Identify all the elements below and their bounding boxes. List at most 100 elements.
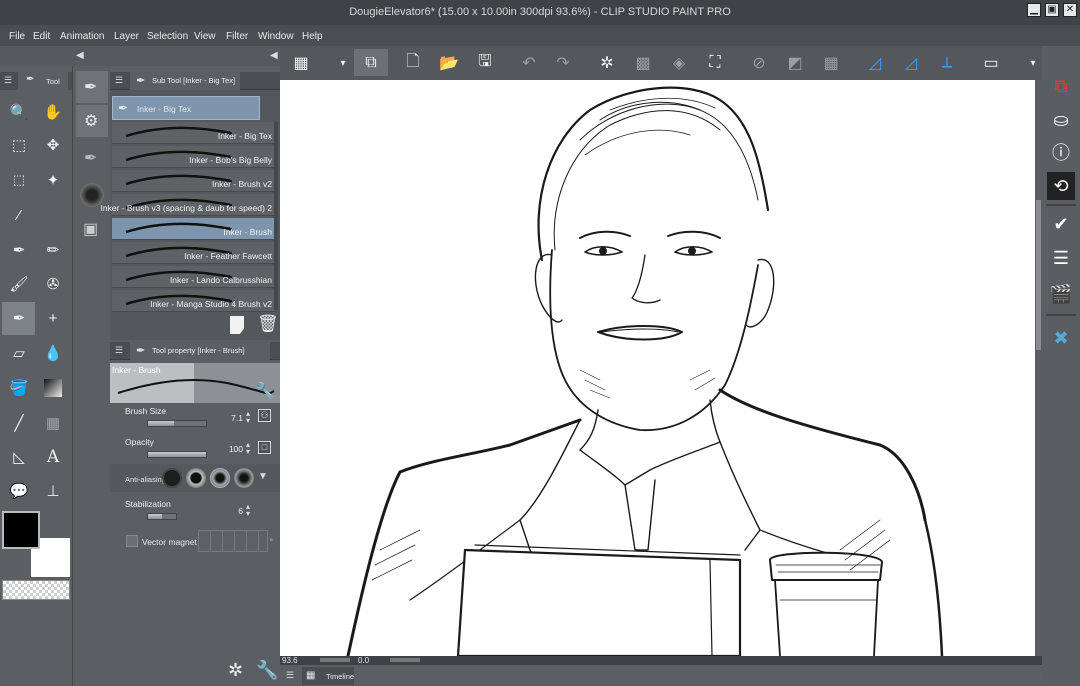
vector-magnet-arrow-icon[interactable]: ▸ (270, 535, 274, 544)
fill-selection-icon[interactable]: ◈ (668, 53, 690, 73)
figure-icon[interactable]: ╱ (8, 412, 30, 434)
move-layer-icon[interactable]: ✥ (42, 134, 64, 156)
brush-size-pressure-icon[interactable]: ⚇ (258, 409, 271, 422)
collapse-left-arrow-icon[interactable]: ◀ (76, 50, 84, 61)
panel-menu-icon[interactable]: ☰ (286, 670, 294, 681)
menu-selection[interactable]: Selection (147, 31, 188, 42)
brush-size-value[interactable]: 7.1 (223, 413, 243, 423)
material-icon[interactable]: ✖ (1047, 324, 1075, 352)
menu-file[interactable]: File (9, 31, 25, 42)
menu-view[interactable]: View (194, 31, 216, 42)
loading-icon[interactable]: ✲ (596, 53, 618, 73)
toolbar-more-icon[interactable]: ▾ (1022, 53, 1044, 73)
menu-animation[interactable]: Animation (60, 31, 104, 42)
rotation-value[interactable]: 0.0 (358, 656, 369, 665)
layer-property-icon[interactable]: ✔ (1047, 210, 1075, 238)
show-selection-icon[interactable]: ▦ (820, 53, 842, 73)
brush-icon[interactable]: 🖌 (8, 273, 30, 295)
blend-icon[interactable]: + (42, 307, 64, 329)
stabilization-value[interactable]: 6 (223, 506, 243, 516)
eyedropper-icon[interactable]: ⁄ (8, 204, 30, 226)
sub-tool-tab[interactable]: ✒ Sub Tool [Inker - Big Tex] (130, 72, 241, 90)
history-icon[interactable]: ⟲ (1047, 172, 1075, 200)
vector-magnet-checkbox[interactable] (126, 535, 138, 547)
display-icon[interactable]: ▭ (980, 53, 1002, 73)
tool-settings-wrench-icon[interactable]: 🔧 (256, 660, 278, 681)
menu-window[interactable]: Window (258, 31, 294, 42)
opacity-slider[interactable] (147, 451, 207, 458)
trash-icon[interactable]: 🗑 (257, 314, 279, 334)
navigator-icon[interactable]: ⧉ (1047, 72, 1075, 100)
save-icon[interactable]: 🖫 (474, 53, 496, 73)
stabilization-stepper[interactable]: ▴ ▾ (246, 503, 250, 518)
collapse-arrow-icon[interactable]: ◀ (270, 50, 278, 61)
menu-layer[interactable]: Layer (114, 31, 139, 42)
brush-list-scrollbar[interactable] (274, 122, 278, 310)
brush-list-item[interactable]: Inker - Feather Fawcett (112, 242, 276, 264)
snap-grid-icon[interactable]: ⟂ (936, 53, 958, 73)
color-set-icon[interactable]: ▣ (80, 218, 104, 242)
zoom-value[interactable]: 93.6 (282, 656, 298, 665)
deselect-icon[interactable]: ⊘ (748, 53, 770, 73)
clip-studio-icon[interactable]: ⧉ (360, 53, 382, 73)
pen-sub-group-icon[interactable]: ✒ (76, 142, 108, 174)
brush-list-item[interactable]: Inker - Lando Calbrusshian (112, 266, 276, 288)
invert-selection-icon[interactable]: ◩ (784, 53, 806, 73)
antialias-none-option[interactable] (162, 468, 182, 488)
info-icon[interactable]: ⓘ (1047, 138, 1075, 166)
drawing-canvas[interactable] (280, 80, 1035, 658)
balloon-icon[interactable]: 💬 (8, 480, 30, 502)
brush-list-item[interactable]: Inker - Brush v2 (112, 170, 276, 192)
transparent-color-swatch[interactable] (2, 580, 70, 600)
stabilization-slider[interactable] (147, 513, 177, 520)
snap-special-ruler-icon[interactable]: ◿ (900, 53, 922, 73)
tool-tab[interactable]: ✒ Tool (18, 72, 68, 90)
main-color-swatch[interactable] (2, 511, 40, 549)
minimize-button[interactable]: ▁ (1027, 3, 1041, 17)
menu-help[interactable]: Help (302, 31, 323, 42)
auto-select-icon[interactable]: ✦ (42, 169, 64, 191)
brush-list-item[interactable]: Inker - Brush v3 (spacing & daub for spe… (100, 194, 276, 216)
brush-settings-wrench-icon[interactable]: 🔧 (255, 381, 275, 401)
menu-filter[interactable]: Filter (226, 31, 248, 42)
panel-menu-icon[interactable]: ☰ (115, 345, 123, 356)
snap-ruler-icon[interactable]: ◿ (864, 53, 886, 73)
vector-magnet-level[interactable] (198, 530, 268, 552)
brush-size-stepper[interactable]: ▴ ▾ (246, 410, 250, 425)
layout-dropdown-icon[interactable]: ▾ (332, 53, 354, 73)
pen-group-icon[interactable]: ✒ (76, 71, 108, 103)
new-file-icon[interactable]: 🗋 (402, 53, 424, 73)
antialias-dropdown-icon[interactable]: ▼ (258, 471, 268, 482)
decoration-icon[interactable]: ✒ (8, 307, 30, 329)
clear-icon[interactable]: ▩ (632, 53, 654, 73)
undo-icon[interactable]: ↶ (518, 53, 540, 73)
layers-icon[interactable]: ☰ (1047, 244, 1075, 272)
pencil-icon[interactable]: ✏ (42, 239, 64, 261)
gradient-icon[interactable] (44, 379, 62, 397)
selection-area-icon[interactable]: ⬚ (8, 169, 30, 191)
brush-list-item[interactable]: Inker - Manga Studio 4 Brush v2 (112, 290, 276, 312)
redo-icon[interactable]: ↷ (552, 53, 574, 73)
sub-view-icon[interactable]: ⛀ (1047, 106, 1075, 134)
transform-icon[interactable]: ⛶ (704, 53, 726, 73)
layout-grid-icon[interactable]: ▦ (290, 53, 312, 73)
eraser-icon[interactable]: ▱ (8, 342, 30, 364)
tool-property-tab[interactable]: ✒ Tool property [Inker - Brush] (130, 342, 270, 360)
panel-menu-icon[interactable]: ☰ (115, 75, 123, 86)
open-folder-icon[interactable]: 📂 (438, 53, 460, 73)
reset-icon[interactable]: ✲ (228, 660, 243, 681)
correct-line-icon[interactable]: ⊥ (42, 480, 64, 502)
zoom-slider[interactable] (320, 658, 350, 662)
ruler-icon[interactable]: ◺ (8, 446, 30, 468)
airbrush-icon[interactable]: ✇ (42, 273, 64, 295)
brush-list-item[interactable]: Inker - Bob's Big Belly (112, 146, 276, 168)
brush-list-item[interactable]: Inker - Big Tex (112, 122, 276, 144)
operation-icon[interactable]: ⬚ (8, 134, 30, 156)
zoom-icon[interactable]: 🔍 (8, 101, 30, 123)
hand-icon[interactable]: ✋ (42, 101, 64, 123)
brush-size-slider[interactable] (147, 420, 207, 427)
antialias-strong-option[interactable] (234, 468, 254, 488)
text-icon[interactable]: A (42, 446, 64, 468)
brush-list-item[interactable]: Inker - Brush (112, 218, 276, 240)
antialias-medium-option[interactable] (210, 468, 230, 488)
